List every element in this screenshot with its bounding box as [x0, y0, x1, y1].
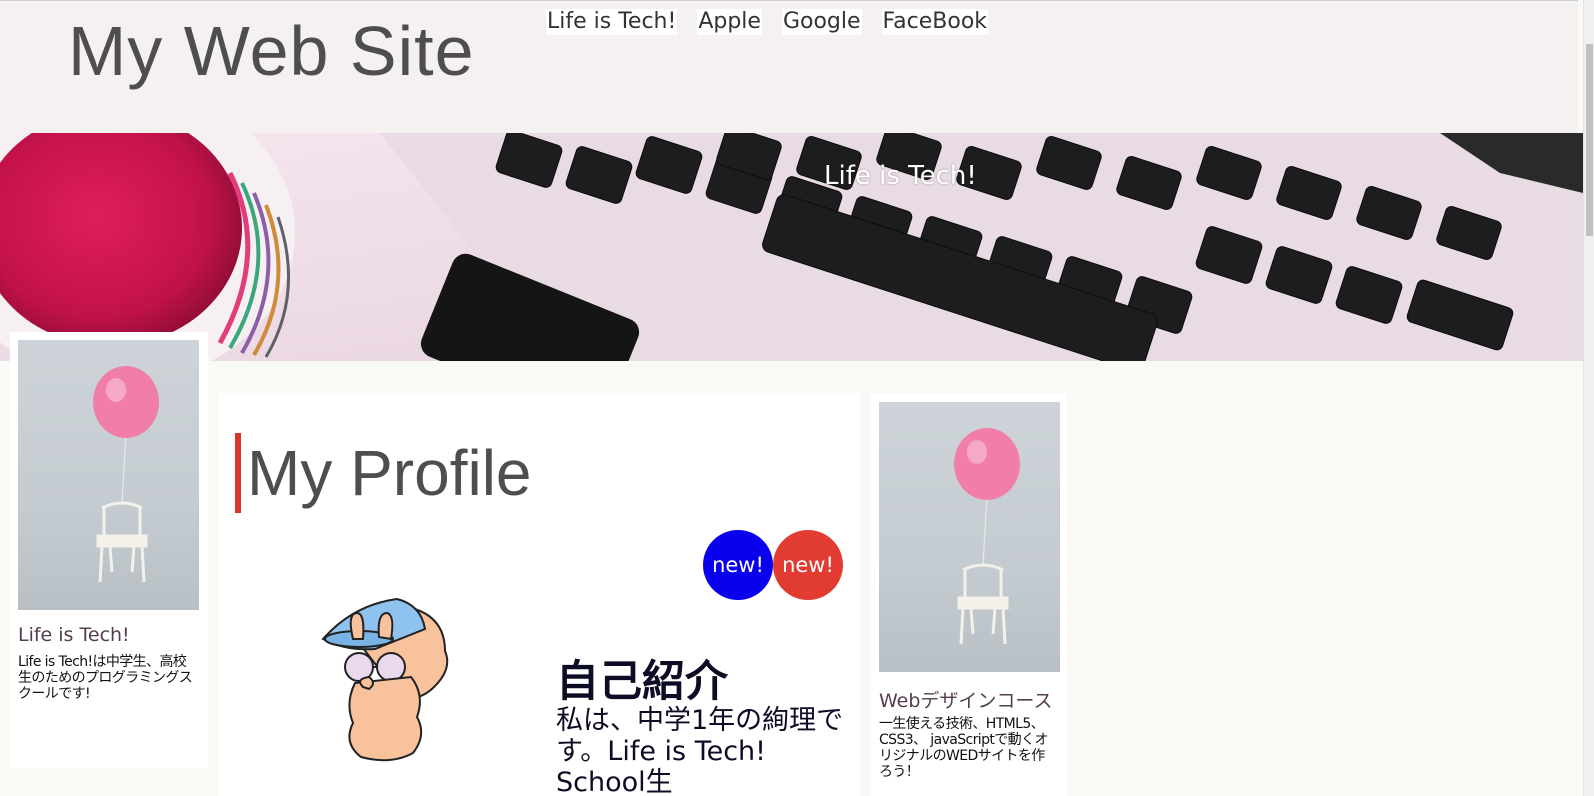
- balloon-chair-image: [879, 402, 1060, 672]
- page: My Web Site Life is Tech! Apple Google F…: [0, 0, 1594, 796]
- card-title: Life is Tech!: [18, 624, 130, 646]
- right-card: Webデザインコース 一生使える技術、HTML5、CSS3、 javaScrip…: [871, 394, 1067, 796]
- nav-link-google[interactable]: Google: [781, 9, 862, 35]
- main-nav: Life is Tech! Apple Google FaceBook: [546, 9, 989, 35]
- new-badge-blue: new!: [703, 530, 773, 600]
- site-title: My Web Site: [68, 12, 475, 90]
- profile-section: My Profile new! new! 自己紹介 私は、中学1年の絢理です。L…: [219, 393, 860, 796]
- new-badge-red: new!: [773, 530, 843, 600]
- card-text: 一生使える技術、HTML5、CSS3、 javaScriptで動くオリジナルのW…: [879, 716, 1048, 780]
- profile-heading: My Profile: [235, 433, 532, 513]
- nav-link-facebook[interactable]: FaceBook: [881, 9, 989, 35]
- left-card: Life is Tech! Life is Tech!は中学生、高校生のためのプ…: [10, 332, 208, 768]
- hero-banner: Life is Tech!: [0, 133, 1583, 361]
- card-title: Webデザインコース: [879, 690, 1053, 712]
- scrollbar-thumb[interactable]: [1586, 44, 1593, 236]
- intro-heading: 自己紹介: [556, 657, 728, 707]
- hero-title: Life is Tech!: [824, 161, 977, 191]
- card-text: Life is Tech!は中学生、高校生のためのプログラミングスクールです!: [18, 654, 193, 702]
- nav-link-life-is-tech[interactable]: Life is Tech!: [546, 9, 678, 35]
- nav-link-apple[interactable]: Apple: [697, 9, 762, 35]
- balloon-chair-image: [18, 340, 199, 610]
- avatar-illustration: [321, 597, 449, 762]
- page-scrollbar[interactable]: [1583, 0, 1594, 796]
- intro-text: 私は、中学1年の絢理です。Life is Tech! School生: [556, 705, 844, 796]
- hero-image: [0, 133, 1583, 361]
- site-header: My Web Site Life is Tech! Apple Google F…: [0, 0, 1578, 134]
